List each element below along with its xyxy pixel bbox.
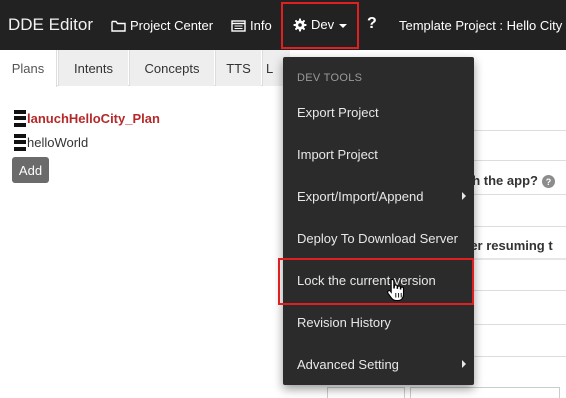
menu-item-revision-history[interactable]: Revision History (283, 301, 474, 343)
help-circle-icon[interactable]: ? (541, 175, 555, 189)
chevron-right-icon (462, 360, 466, 368)
dev-label: Dev (311, 17, 335, 32)
input-box[interactable] (327, 387, 405, 398)
input-box[interactable] (410, 387, 560, 398)
divider (470, 160, 566, 161)
question-text: ch the app?? (465, 173, 555, 189)
resume-question-text: ter resuming t (466, 238, 553, 253)
project-center-label: Project Center (130, 18, 214, 33)
tab-concepts[interactable]: Concepts (129, 50, 214, 86)
chevron-down-icon (339, 23, 348, 28)
project-center-link[interactable]: Project Center (111, 18, 213, 33)
app-brand[interactable]: DDE Editor (8, 15, 93, 35)
menu-item-import-project[interactable]: Import Project (283, 133, 474, 175)
tree-item[interactable]: lanuchHelloCity_Plan (14, 106, 160, 130)
lock-version-highlight (278, 258, 474, 305)
chevron-right-icon (462, 192, 466, 200)
folder-icon (111, 20, 126, 32)
tree-item-label: helloWorld (27, 134, 89, 150)
editor-tabs: Plans Intents Concepts TTS L (0, 50, 290, 87)
help-button[interactable]: ? (367, 15, 377, 33)
menu-item-export-import-append[interactable]: Export/Import/Append (283, 175, 474, 217)
plan-tree: lanuchHelloCity_Plan helloWorld (14, 106, 160, 154)
dev-menu-toggle[interactable]: Dev (293, 17, 348, 32)
divider (470, 130, 566, 131)
menu-item-advanced-setting[interactable]: Advanced Setting (283, 343, 474, 385)
tree-item[interactable]: helloWorld (14, 130, 160, 154)
plan-details-panel: ch the app?? ter resuming t (465, 86, 566, 398)
window-icon (231, 19, 246, 32)
divider (470, 356, 566, 357)
add-plan-button[interactable]: Add (12, 157, 49, 183)
divider (470, 324, 566, 325)
info-label: Info (250, 18, 272, 33)
tab-intents[interactable]: Intents (58, 50, 128, 86)
divider (470, 194, 566, 195)
divider (470, 290, 566, 291)
tab-plans[interactable]: Plans (0, 50, 57, 87)
dropdown-header: DEV TOOLS (297, 72, 363, 84)
hand-pointer-icon (387, 278, 405, 302)
dev-tools-dropdown: DEV TOOLS Export Project Import Project … (283, 57, 474, 385)
gear-icon (293, 18, 307, 31)
divider (470, 226, 566, 227)
info-link[interactable]: Info (231, 18, 272, 33)
divider (470, 258, 566, 260)
tab-tts[interactable]: TTS (215, 50, 261, 86)
drag-handle-icon[interactable] (14, 109, 26, 127)
tree-item-label: lanuchHelloCity_Plan (27, 110, 160, 126)
drag-handle-icon[interactable] (14, 133, 26, 151)
template-project-title: Template Project : Hello City (399, 18, 563, 33)
menu-item-export-project[interactable]: Export Project (283, 91, 474, 133)
menu-item-deploy-download-server[interactable]: Deploy To Download Server (283, 217, 474, 259)
top-navbar: DDE Editor Project Center Info Dev ? Tem… (0, 0, 566, 50)
